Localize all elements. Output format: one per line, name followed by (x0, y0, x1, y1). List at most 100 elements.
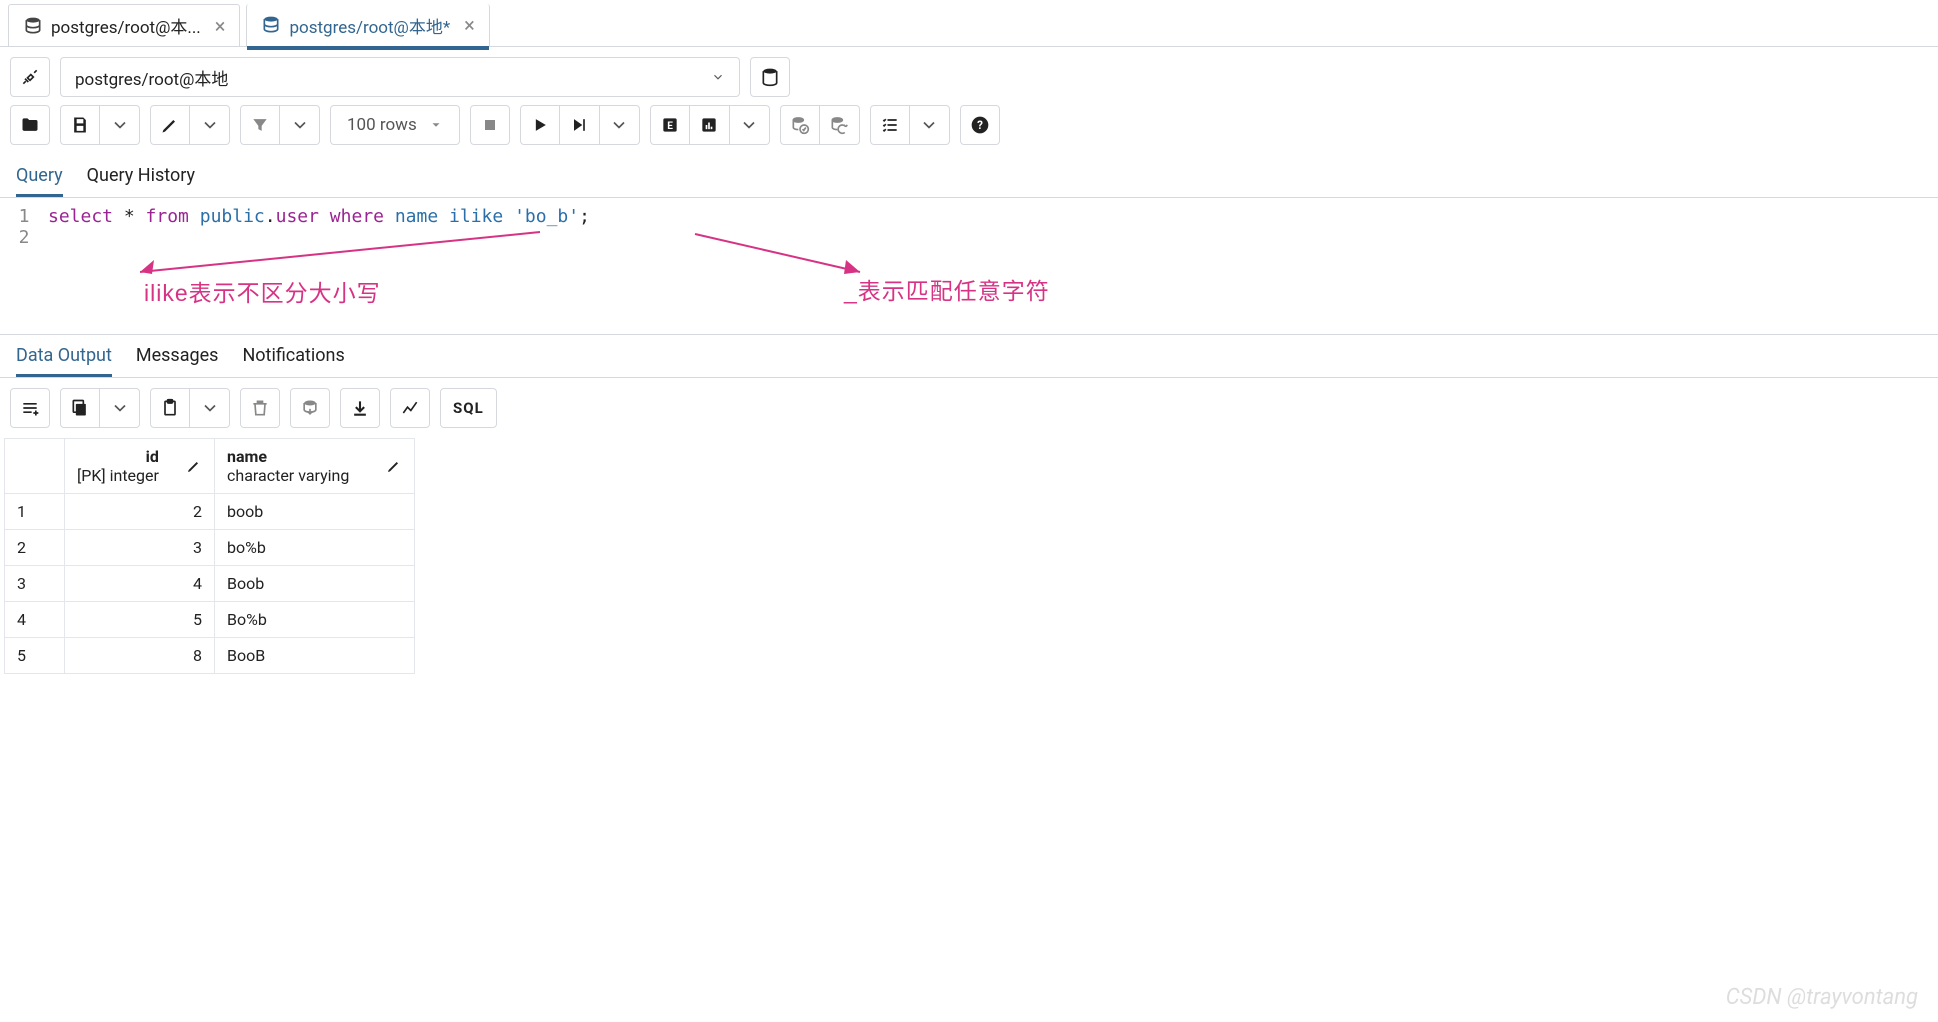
sql-editor[interactable]: 1 select * from public.user where name i… (0, 198, 1938, 335)
explain-icon: E (660, 115, 680, 135)
column-header-name[interactable]: name character varying (215, 439, 415, 494)
annotation-left: ilike表示不区分大小写 (144, 274, 381, 308)
tab-query[interactable]: Query (16, 165, 63, 197)
cell-name[interactable]: Bo%b (215, 602, 415, 638)
rollback-button[interactable] (820, 105, 860, 145)
table-row[interactable]: 2 3 bo%b (5, 530, 415, 566)
table-row[interactable]: 5 8 BooB (5, 638, 415, 674)
table-row[interactable]: 4 5 Bo%b (5, 602, 415, 638)
save-data-button[interactable] (290, 388, 330, 428)
help-button[interactable]: ? (960, 105, 1000, 145)
rows-limit-select[interactable]: 100 rows (330, 105, 460, 145)
paste-group (150, 388, 230, 428)
paste-dropdown[interactable] (190, 388, 230, 428)
tab-query-2[interactable]: postgres/root@本地* × (246, 4, 489, 46)
commit-group (780, 105, 860, 145)
download-icon (350, 398, 370, 418)
database-query-icon (261, 15, 281, 35)
paste-button[interactable] (150, 388, 190, 428)
edit-button[interactable] (150, 105, 190, 145)
macros-dropdown[interactable] (910, 105, 950, 145)
cell-name[interactable]: Boob (215, 566, 415, 602)
tab-notifications[interactable]: Notifications (242, 345, 344, 377)
database-icon (760, 67, 780, 87)
tab-messages[interactable]: Messages (136, 345, 219, 377)
sql-button[interactable]: SQL (440, 388, 497, 428)
database-picker-button[interactable] (750, 57, 790, 97)
column-name: name (227, 447, 349, 466)
macros-group (870, 105, 950, 145)
arrow-left-icon (120, 230, 550, 280)
add-row-button[interactable] (10, 388, 50, 428)
macros-button[interactable] (870, 105, 910, 145)
explain-button[interactable]: E (650, 105, 690, 145)
play-icon (530, 115, 550, 135)
tab-query-1[interactable]: postgres/root@本... × (8, 4, 240, 46)
help-icon: ? (970, 115, 990, 135)
cell-id[interactable]: 2 (65, 494, 215, 530)
cell-id[interactable]: 3 (65, 530, 215, 566)
pencil-icon[interactable] (386, 458, 402, 474)
chart-bar-icon (699, 115, 719, 135)
copy-dropdown[interactable] (100, 388, 140, 428)
cell-name[interactable]: BooB (215, 638, 415, 674)
results-table: id [PK] integer name character varying 1… (4, 438, 415, 674)
cell-id[interactable]: 5 (65, 602, 215, 638)
stop-button[interactable] (470, 105, 510, 145)
copy-icon (70, 398, 90, 418)
row-number-header[interactable] (5, 439, 65, 494)
execute-button[interactable] (520, 105, 560, 145)
cell-name[interactable]: boob (215, 494, 415, 530)
chevron-down-icon (919, 115, 939, 135)
connection-status-button[interactable] (10, 57, 50, 97)
delete-button[interactable] (240, 388, 280, 428)
copy-group (60, 388, 140, 428)
explain-dropdown[interactable] (730, 105, 770, 145)
chart-button[interactable] (390, 388, 430, 428)
table-row[interactable]: 3 4 Boob (5, 566, 415, 602)
tab-data-output[interactable]: Data Output (16, 345, 112, 377)
column-header-id[interactable]: id [PK] integer (65, 439, 215, 494)
tab-label: postgres/root@本... (51, 13, 201, 38)
edit-dropdown[interactable] (190, 105, 230, 145)
download-button[interactable] (340, 388, 380, 428)
table-row[interactable]: 1 2 boob (5, 494, 415, 530)
edit-group (150, 105, 230, 145)
filter-group (240, 105, 320, 145)
row-number: 3 (5, 566, 65, 602)
folder-icon (20, 115, 40, 135)
save-icon (70, 115, 90, 135)
query-toolbar: 100 rows E ? (0, 105, 1938, 155)
line-chart-icon (400, 398, 420, 418)
analyze-button[interactable] (690, 105, 730, 145)
open-file-button[interactable] (10, 105, 50, 145)
cell-name[interactable]: bo%b (215, 530, 415, 566)
editor-tabs: postgres/root@本... × postgres/root@本地* × (0, 0, 1938, 47)
filter-button[interactable] (240, 105, 280, 145)
explain-group: E (650, 105, 770, 145)
execute-dropdown[interactable] (600, 105, 640, 145)
filter-dropdown[interactable] (280, 105, 320, 145)
filter-icon (250, 115, 270, 135)
pencil-icon[interactable] (186, 458, 202, 474)
sql-line-1: select * from public.user where name ili… (48, 206, 590, 227)
tab-query-history[interactable]: Query History (87, 165, 195, 197)
cell-id[interactable]: 8 (65, 638, 215, 674)
list-check-icon (880, 115, 900, 135)
connection-select[interactable]: postgres/root@本地 (60, 57, 740, 97)
commit-button[interactable] (780, 105, 820, 145)
output-toolbar: SQL (0, 378, 1938, 438)
execute-group (520, 105, 640, 145)
close-icon[interactable]: × (215, 14, 226, 38)
close-icon[interactable]: × (464, 13, 475, 37)
tab-label: postgres/root@本地* (289, 13, 450, 38)
copy-button[interactable] (60, 388, 100, 428)
chevron-down-icon (110, 115, 130, 135)
chevron-down-icon (200, 115, 220, 135)
pencil-icon (160, 115, 180, 135)
save-button[interactable] (60, 105, 100, 145)
save-dropdown[interactable] (100, 105, 140, 145)
chevron-down-icon (429, 118, 443, 132)
execute-cursor-button[interactable] (560, 105, 600, 145)
cell-id[interactable]: 4 (65, 566, 215, 602)
